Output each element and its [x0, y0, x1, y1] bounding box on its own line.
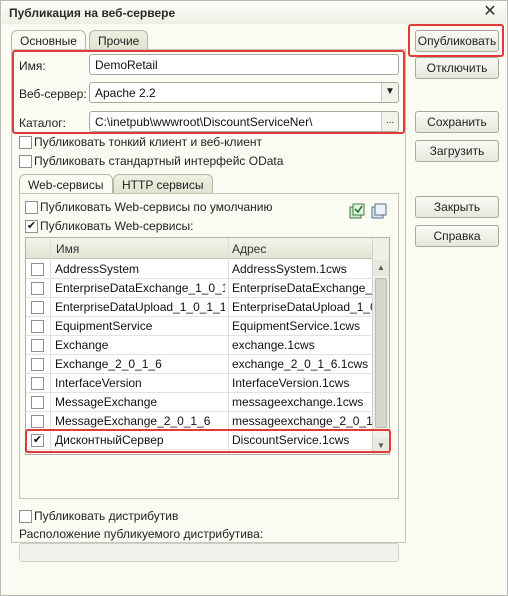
row-checkbox[interactable]: [31, 415, 44, 428]
publish-highlight-box: [408, 24, 504, 57]
service-address-cell: exchange_2_0_1_6.1cws: [232, 357, 369, 371]
row-checkbox[interactable]: [31, 320, 44, 333]
row-checkbox[interactable]: [31, 377, 44, 390]
help-button[interactable]: Справка: [415, 225, 499, 247]
publish-services-label: Публиковать Web-сервисы:: [40, 219, 194, 233]
service-address-cell: InterfaceVersion.1cws: [232, 376, 350, 390]
service-name-cell: Exchange_2_0_1_6: [55, 357, 162, 371]
fields-highlight-box: [12, 50, 405, 134]
save-button[interactable]: Сохранить: [415, 111, 499, 133]
service-address-cell: EnterpriseDataExchange_1_0...: [232, 281, 372, 295]
column-header-address: Адрес: [232, 242, 267, 256]
uncheck-all-icon[interactable]: [371, 203, 387, 219]
row-checkbox[interactable]: [31, 358, 44, 371]
thin-client-checkbox[interactable]: [19, 136, 32, 149]
table-header: Имя Адрес: [26, 238, 389, 259]
disable-button[interactable]: Отключить: [415, 57, 499, 79]
service-name-cell: MessageExchange: [55, 395, 158, 409]
row-checkbox[interactable]: [31, 282, 44, 295]
default-services-label: Публиковать Web-сервисы по умолчанию: [40, 200, 273, 214]
table-row[interactable]: EnterpriseDataExchange_1_0_1_1 Enterprise…: [26, 279, 389, 298]
window-title: Публикация на веб-сервере: [9, 6, 176, 20]
check-all-icon[interactable]: [349, 203, 365, 219]
tab-other[interactable]: Прочие: [89, 30, 149, 50]
service-name-cell: MessageExchange_2_0_1_6: [55, 414, 211, 428]
table-scrollbar[interactable]: ▲ ▼: [372, 238, 389, 454]
selected-row-highlight-box: [25, 429, 391, 453]
column-header-name: Имя: [56, 242, 80, 256]
odata-label: Публиковать стандартный интерфейс OData: [34, 154, 284, 168]
distribution-label: Публиковать дистрибутив: [34, 509, 179, 523]
service-name-cell: InterfaceVersion: [55, 376, 142, 390]
row-checkbox[interactable]: [31, 263, 44, 276]
distribution-location-label: Расположение публикуемого дистрибутива:: [19, 527, 264, 541]
odata-checkbox[interactable]: [19, 155, 32, 168]
service-address-cell: EnterpriseDataUpload_1_0_1...: [232, 300, 372, 314]
table-row[interactable]: EquipmentService EquipmentService.1cws: [26, 317, 389, 336]
table-row[interactable]: AddressSystem AddressSystem.1cws: [26, 260, 389, 279]
table-row[interactable]: EnterpriseDataUpload_1_0_1_1 EnterpriseDa…: [26, 298, 389, 317]
service-name-cell: EnterpriseDataUpload_1_0_1_1: [55, 300, 225, 314]
service-address-cell: exchange.1cws: [232, 338, 315, 352]
publication-dialog: Публикация на веб-сервере ✕ Основные Про…: [0, 0, 508, 596]
service-address-cell: AddressSystem.1cws: [232, 262, 347, 276]
scroll-up-icon[interactable]: ▲: [373, 260, 389, 276]
web-services-table: Имя Адрес AddressSystem AddressSystem.1cw…: [25, 237, 390, 455]
tab-http-services[interactable]: HTTP сервисы: [113, 174, 213, 194]
table-row[interactable]: Exchange exchange.1cws: [26, 336, 389, 355]
title-bar: Публикация на веб-сервере ✕: [2, 2, 506, 24]
service-name-cell: AddressSystem: [55, 262, 140, 276]
service-name-cell: EnterpriseDataExchange_1_0_1_1: [55, 281, 225, 295]
table-row[interactable]: InterfaceVersion InterfaceVersion.1cws: [26, 374, 389, 393]
default-services-checkbox[interactable]: [25, 201, 38, 214]
close-icon[interactable]: ✕: [482, 4, 498, 20]
service-address-cell: messageexchange.1cws: [232, 395, 364, 409]
load-button[interactable]: Загрузить: [415, 140, 499, 162]
service-name-cell: EquipmentService: [55, 319, 153, 333]
tab-web-services[interactable]: Web-сервисы: [19, 174, 113, 195]
distribution-checkbox[interactable]: [19, 510, 32, 523]
distribution-location-field[interactable]: [19, 543, 399, 562]
thin-client-label: Публиковать тонкий клиент и веб-клиент: [34, 135, 263, 149]
close-button[interactable]: Закрыть: [415, 196, 499, 218]
service-address-cell: EquipmentService.1cws: [232, 319, 361, 333]
service-name-cell: Exchange: [55, 338, 109, 352]
table-row[interactable]: Exchange_2_0_1_6 exchange_2_0_1_6.1cws: [26, 355, 389, 374]
row-checkbox[interactable]: [31, 339, 44, 352]
scroll-thumb[interactable]: [375, 278, 387, 428]
table-row[interactable]: MessageExchange messageexchange.1cws: [26, 393, 389, 412]
row-checkbox[interactable]: [31, 301, 44, 314]
publish-services-checkbox[interactable]: ✔: [25, 220, 38, 233]
tab-main[interactable]: Основные: [11, 30, 86, 51]
row-checkbox[interactable]: [31, 396, 44, 409]
service-address-cell: messageexchange_2_0_1_6.1...: [232, 414, 372, 428]
